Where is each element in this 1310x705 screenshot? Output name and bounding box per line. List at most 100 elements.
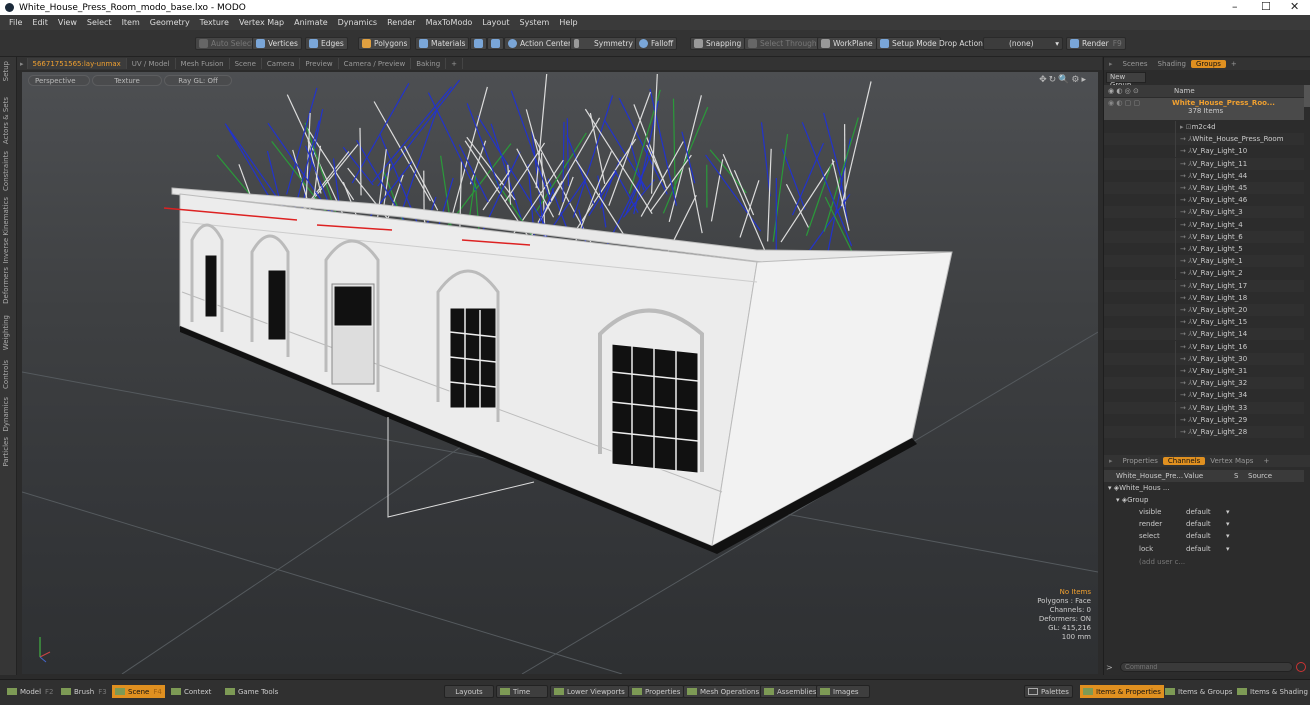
menu-texture[interactable]: Texture	[195, 18, 234, 27]
group-item-row[interactable]: → ⅄ V_Ray_Light_30	[1104, 352, 1304, 365]
polygons-button[interactable]: Polygons	[358, 37, 412, 50]
chevron-down-icon[interactable]: ▾	[1226, 508, 1230, 516]
images-button[interactable]: Images	[816, 685, 870, 698]
scene-tab[interactable]: Scene F4	[112, 685, 165, 698]
group-root-row[interactable]: ◉ ◐ ▢ ▢ White_House_Press_Roo... 378 Ite…	[1104, 98, 1304, 120]
group-item-toggles[interactable]	[1104, 426, 1176, 438]
group-item-row[interactable]: → ⅄ V_Ray_Light_1	[1104, 255, 1304, 268]
chevron-down-icon[interactable]: ▾	[1226, 545, 1230, 553]
group-item-toggles[interactable]	[1104, 413, 1176, 426]
group-item-row[interactable]: → ⅄ V_Ray_Light_28	[1104, 426, 1304, 438]
group-item-row[interactable]: → ⅄ V_Ray_Light_5	[1104, 243, 1304, 255]
group-item-toggles[interactable]	[1104, 340, 1176, 353]
command-record-icon[interactable]	[1296, 662, 1306, 672]
groups-scrollbar[interactable]	[1304, 85, 1310, 107]
channels-item-expander-icon[interactable]: ▾ ◈	[1104, 484, 1119, 492]
falloff-button[interactable]: Falloff	[635, 37, 678, 50]
group-item-toggles[interactable]	[1104, 157, 1176, 170]
group-item-row[interactable]: → ⅄ V_Ray_Light_32	[1104, 377, 1304, 390]
group-item-toggles[interactable]	[1104, 304, 1176, 316]
chevron-down-icon[interactable]: ▾	[1226, 532, 1230, 540]
add-scene-tab-button[interactable]: +	[1226, 60, 1242, 68]
drop-action-select[interactable]: (none) ▾	[983, 37, 1063, 50]
tab-layout[interactable]: 56671751565:lay-unmax	[27, 58, 127, 69]
menu-maxtomodo[interactable]: MaxToModo	[421, 18, 478, 27]
side-tab-particles[interactable]: Particles	[2, 437, 10, 467]
channels-group-row[interactable]: ▾ ◈ Group	[1104, 494, 1304, 506]
group-item-row[interactable]: → ⅄ V_Ray_Light_10	[1104, 145, 1304, 158]
properties-button[interactable]: Properties	[628, 685, 685, 698]
side-tab-dynamics[interactable]: Dynamics	[2, 397, 10, 432]
group-item-toggles[interactable]	[1104, 133, 1176, 146]
menu-select[interactable]: Select	[82, 18, 117, 27]
edges-button[interactable]: Edges	[305, 37, 348, 50]
tab-vertex-maps[interactable]: Vertex Maps	[1205, 457, 1258, 465]
group-item-toggles[interactable]	[1104, 352, 1176, 365]
group-item-toggles[interactable]	[1104, 218, 1176, 231]
group-item-row[interactable]: → ⅄ V_Ray_Light_15	[1104, 316, 1304, 329]
sphere-toggle-button[interactable]	[470, 37, 487, 50]
tab-shading[interactable]: Shading	[1153, 60, 1191, 68]
group-item-row[interactable]: → ⅄ V_Ray_Light_2	[1104, 267, 1304, 280]
channels-group-expander-icon[interactable]: ▾ ◈	[1104, 496, 1127, 504]
auto-select-button[interactable]: Auto Select	[195, 37, 258, 50]
close-button[interactable]: ✕	[1290, 0, 1299, 13]
tab-properties[interactable]: Properties	[1118, 457, 1163, 465]
menu-geometry[interactable]: Geometry	[145, 18, 195, 27]
panel-menu-icon[interactable]: ▸	[1104, 60, 1118, 68]
group-item-row[interactable]: → ⅄ V_Ray_Light_4	[1104, 218, 1304, 231]
workplane-button[interactable]: WorkPlane	[817, 37, 877, 50]
render-button[interactable]: Render F9	[1066, 37, 1126, 50]
channel-value[interactable]: default	[1186, 520, 1226, 528]
vertices-button[interactable]: Vertices	[252, 37, 302, 50]
menu-item[interactable]: Item	[117, 18, 145, 27]
select-through-button[interactable]: Select Through	[744, 37, 821, 50]
context-tab[interactable]: Context	[168, 685, 214, 698]
menu-vertex-map[interactable]: Vertex Map	[234, 18, 289, 27]
menu-render[interactable]: Render	[382, 18, 420, 27]
channel-row-render[interactable]: render default ▾	[1104, 518, 1304, 530]
side-tab-setup[interactable]: Setup	[2, 61, 10, 81]
group-item-row[interactable]: ▸ ⊡ m2c4d	[1104, 121, 1304, 133]
group-item-row[interactable]: → ⅄ V_Ray_Light_3	[1104, 206, 1304, 219]
add-user-channel-row[interactable]: (add user c...	[1104, 556, 1304, 568]
time-button[interactable]: Time	[496, 685, 548, 698]
group-item-row[interactable]: → ⅄ V_Ray_Light_6	[1104, 230, 1304, 243]
channel-row-lock[interactable]: lock default ▾	[1104, 543, 1304, 555]
side-tab-inverse-kinematics[interactable]: Inverse Kinematics	[2, 197, 10, 264]
view-type-dropdown[interactable]: Perspective	[28, 75, 90, 86]
viewport-menu-icon[interactable]: ▸	[17, 58, 28, 69]
group-item-toggles[interactable]	[1104, 182, 1176, 194]
symmetry-button[interactable]: Symmetry	[570, 37, 637, 50]
group-item-toggles[interactable]	[1104, 377, 1176, 390]
group-item-row[interactable]: → ⅄ V_Ray_Light_17	[1104, 279, 1304, 292]
snapping-button[interactable]: Snapping	[690, 37, 746, 50]
tab-camera-preview[interactable]: Camera / Preview	[339, 58, 412, 69]
menu-animate[interactable]: Animate	[289, 18, 333, 27]
tab-scene[interactable]: Scene	[230, 58, 262, 69]
group-item-row[interactable]: → ⅄ V_Ray_Light_46	[1104, 194, 1304, 207]
mesh-operations-button[interactable]: Mesh Operations	[683, 685, 764, 698]
maximize-button[interactable]: ☐	[1261, 0, 1271, 13]
group-item-toggles[interactable]	[1104, 121, 1176, 133]
channels-item-row[interactable]: ▾ ◈ White_Hous ...	[1104, 482, 1304, 494]
group-item-row[interactable]: → ⅄ V_Ray_Light_11	[1104, 157, 1304, 170]
add-tab-button[interactable]: +	[446, 58, 464, 69]
add-channel-tab-button[interactable]: +	[1258, 457, 1274, 465]
channel-value[interactable]: default	[1186, 508, 1226, 516]
viewport-nav-icons[interactable]: ✥↻🔍⚙▸	[1039, 75, 1088, 85]
command-input[interactable]	[1120, 662, 1293, 672]
group-item-row[interactable]: → ⅄ V_Ray_Light_14	[1104, 328, 1304, 341]
items-shading-tab[interactable]: Items & Shading	[1234, 685, 1310, 698]
group-item-row[interactable]: → ⅄ V_Ray_Light_16	[1104, 340, 1304, 353]
group-item-toggles[interactable]	[1104, 279, 1176, 292]
group-item-toggles[interactable]	[1104, 145, 1176, 158]
menu-view[interactable]: View	[53, 18, 82, 27]
channel-row-select[interactable]: select default ▾	[1104, 530, 1304, 542]
menu-file[interactable]: File	[4, 18, 27, 27]
layouts-button[interactable]: Layouts	[444, 685, 494, 698]
group-item-row[interactable]: → ⅄ V_Ray_Light_29	[1104, 413, 1304, 426]
side-tab-constraints[interactable]: Constraints	[2, 151, 10, 191]
group-item-row[interactable]: → ⅄ V_Ray_Light_45	[1104, 182, 1304, 194]
channel-value[interactable]: default	[1186, 545, 1226, 553]
